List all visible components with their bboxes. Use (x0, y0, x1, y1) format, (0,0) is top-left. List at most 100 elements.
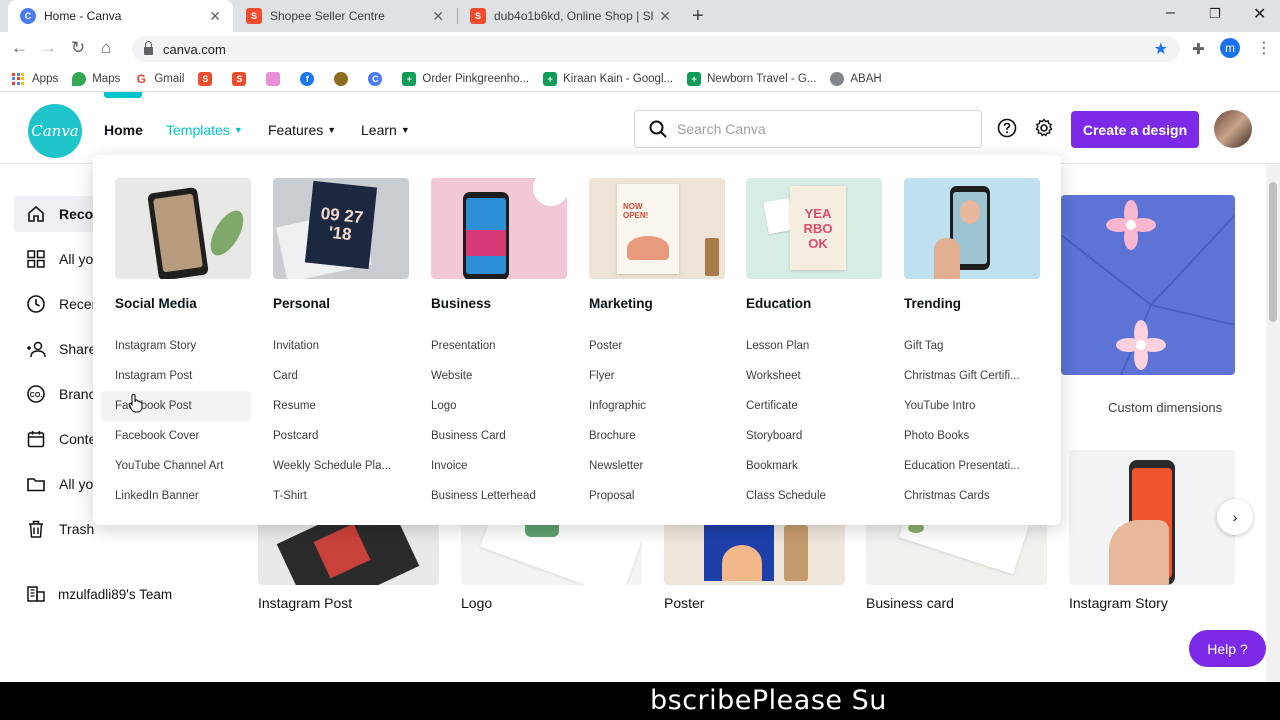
dropdown-item-lesson-plan[interactable]: Lesson Plan (746, 331, 874, 361)
dropdown-item-bookmark[interactable]: Bookmark (746, 451, 874, 481)
nav-home[interactable]: Home (104, 122, 143, 138)
bookmark-gmail[interactable]: G Gmail (134, 71, 184, 86)
dropdown-item-logo[interactable]: Logo (431, 391, 559, 421)
design-label-logo[interactable]: Logo (461, 595, 492, 611)
dropdown-item-photo-books[interactable]: Photo Books (904, 421, 1032, 451)
nav-features[interactable]: Features ▼ (268, 122, 336, 138)
nav-templates[interactable]: Templates ▼ (166, 122, 243, 138)
forward-arrow-icon[interactable]: → (40, 38, 57, 58)
nav-learn[interactable]: Learn ▼ (361, 122, 410, 138)
restore-icon[interactable]: ❐ (1209, 6, 1221, 22)
dropdown-item-facebook-cover[interactable]: Facebook Cover (115, 421, 243, 451)
profile-avatar[interactable]: m (1220, 38, 1240, 58)
dropdown-item-poster[interactable]: Poster (589, 331, 717, 361)
dropdown-heading[interactable]: Trending (904, 296, 1040, 312)
back-arrow-icon[interactable]: ← (11, 38, 28, 58)
dropdown-item-card[interactable]: Card (273, 361, 401, 391)
bookmark-shopee-2[interactable]: S (232, 71, 252, 86)
bookmark-star-icon[interactable]: ★ (1154, 39, 1168, 59)
browser-tab-shopee-seller[interactable]: S Shopee Seller Centre ✕ (234, 0, 456, 32)
address-bar[interactable]: canva.com ★ (132, 36, 1180, 62)
design-label-poster[interactable]: Poster (664, 595, 704, 611)
design-label-business-card[interactable]: Business card (866, 595, 954, 611)
dropdown-item-infographic[interactable]: Infographic (589, 391, 717, 421)
dropdown-item-education-presentation[interactable]: Education Presentati... (904, 451, 1032, 481)
dropdown-item-resume[interactable]: Resume (273, 391, 401, 421)
personal-thumbnail[interactable]: 09 27 '18 (273, 178, 409, 279)
dropdown-item-postcard[interactable]: Postcard (273, 421, 401, 451)
dropdown-heading[interactable]: Marketing (589, 296, 725, 312)
dropdown-item-business-card[interactable]: Business Card (431, 421, 559, 451)
window-close-icon[interactable]: ✕ (1253, 4, 1266, 24)
dropdown-item-invoice[interactable]: Invoice (431, 451, 559, 481)
dropdown-item-newsletter[interactable]: Newsletter (589, 451, 717, 481)
help-button[interactable]: Help ? (1189, 630, 1266, 667)
trending-thumbnail[interactable] (904, 178, 1040, 279)
business-thumbnail[interactable] (431, 178, 567, 279)
dropdown-heading[interactable]: Education (746, 296, 882, 312)
search-input[interactable] (677, 121, 967, 137)
dropdown-item-linkedin-banner[interactable]: LinkedIn Banner (115, 481, 243, 511)
bookmark-facebook[interactable]: f (300, 71, 320, 86)
dropdown-item-website[interactable]: Website (431, 361, 559, 391)
education-thumbnail[interactable]: YEARBOOK (746, 178, 882, 279)
bookmark-newborn-travel[interactable]: + Newborn Travel - G... (687, 71, 816, 86)
dropdown-item-certificate[interactable]: Certificate (746, 391, 874, 421)
dropdown-item-christmas-cards[interactable]: Christmas Cards (904, 481, 1032, 511)
bookmark-kiraan-kain[interactable]: + Kiraan Kain - Googl... (543, 71, 673, 86)
dropdown-item-storyboard[interactable]: Storyboard (746, 421, 874, 451)
bookmark-coin[interactable] (334, 71, 354, 86)
dropdown-heading[interactable]: Business (431, 296, 567, 312)
help-circle-icon[interactable] (997, 118, 1017, 138)
close-icon[interactable]: ✕ (659, 8, 671, 25)
close-icon[interactable]: ✕ (432, 8, 444, 25)
dropdown-item-gift-tag[interactable]: Gift Tag (904, 331, 1032, 361)
custom-dimensions-link[interactable]: Custom dimensions (1108, 400, 1222, 415)
design-card-business-card[interactable] (866, 525, 1047, 585)
home-icon[interactable]: ⌂ (101, 38, 111, 58)
search-box[interactable] (634, 110, 982, 148)
social-media-thumbnail[interactable] (115, 178, 251, 279)
scrollbar-thumb[interactable] (1269, 182, 1277, 322)
dropdown-heading[interactable]: Personal (273, 296, 409, 312)
dropdown-item-instagram-story[interactable]: Instagram Story (115, 331, 243, 361)
team-switcher[interactable]: mzulfadli89's Team (26, 584, 172, 604)
dropdown-item-brochure[interactable]: Brochure (589, 421, 717, 451)
dropdown-item-youtube-channel-art[interactable]: YouTube Channel Art (115, 451, 243, 481)
user-avatar[interactable] (1214, 110, 1252, 148)
dropdown-item-t-shirt[interactable]: T-Shirt (273, 481, 401, 511)
new-tab-plus-icon[interactable]: + (692, 5, 704, 28)
browser-tab-canva[interactable]: C Home - Canva ✕ (8, 0, 233, 32)
dropdown-item-facebook-post[interactable]: Facebook Post (101, 391, 251, 421)
page-scrollbar[interactable] (1266, 164, 1280, 682)
design-label-instagram-post[interactable]: Instagram Post (258, 595, 352, 611)
bookmark-maps[interactable]: Maps (72, 71, 120, 86)
carousel-next-button[interactable]: › (1217, 499, 1253, 535)
design-card-instagram-post[interactable] (258, 525, 439, 585)
dropdown-item-youtube-intro[interactable]: YouTube Intro (904, 391, 1032, 421)
bookmark-order-pinkgreen[interactable]: + Order Pinkgreenho... (402, 71, 529, 86)
hero-banner-image[interactable] (1061, 195, 1235, 375)
bookmark-abah[interactable]: ABAH (830, 71, 882, 86)
dropdown-item-invitation[interactable]: Invitation (273, 331, 401, 361)
browser-menu-icon[interactable]: ⋮ (1256, 38, 1272, 58)
bookmark-apps[interactable]: Apps (12, 72, 58, 85)
dropdown-item-instagram-post[interactable]: Instagram Post (115, 361, 243, 391)
design-card-poster[interactable] (664, 525, 845, 585)
dropdown-item-christmas-gift-certificate[interactable]: Christmas Gift Certifi... (904, 361, 1032, 391)
bookmark-shopee-1[interactable]: S (198, 71, 218, 86)
create-design-button[interactable]: Create a design (1071, 111, 1199, 148)
bookmark-cube[interactable] (266, 71, 286, 86)
dropdown-item-weekly-schedule-planner[interactable]: Weekly Schedule Pla... (273, 451, 401, 481)
dropdown-item-flyer[interactable]: Flyer (589, 361, 717, 391)
dropdown-heading[interactable]: Social Media (115, 296, 251, 312)
gear-icon[interactable] (1034, 118, 1054, 138)
design-card-logo[interactable] (461, 525, 642, 585)
design-label-instagram-story[interactable]: Instagram Story (1069, 595, 1168, 611)
dropdown-item-presentation[interactable]: Presentation (431, 331, 559, 361)
dropdown-item-proposal[interactable]: Proposal (589, 481, 717, 511)
close-icon[interactable]: ✕ (209, 8, 221, 25)
browser-tab-online-shop[interactable]: S dub4o1b6kd, Online Shop | Shop ✕ (458, 0, 683, 32)
dropdown-item-class-schedule[interactable]: Class Schedule (746, 481, 874, 511)
design-card-instagram-story[interactable] (1069, 450, 1235, 585)
